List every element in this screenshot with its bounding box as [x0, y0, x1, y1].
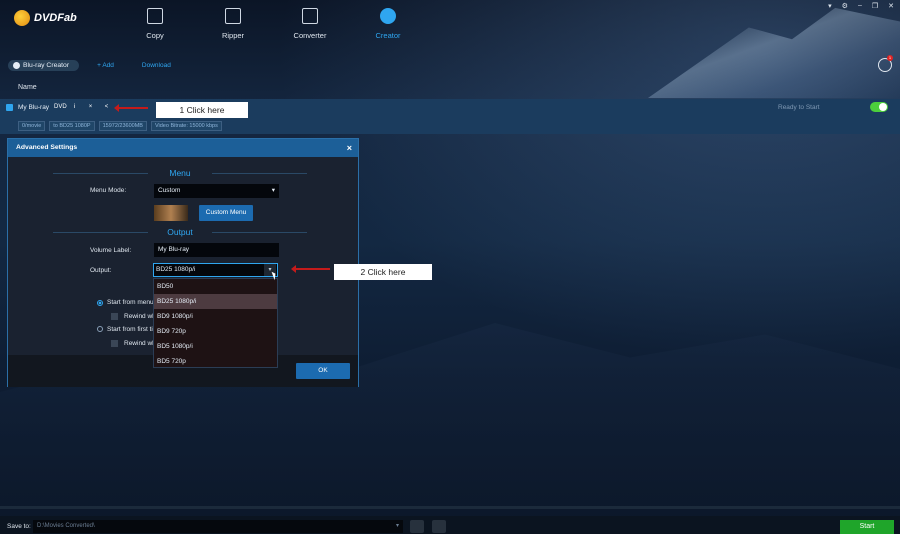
- converter-icon: [302, 8, 318, 24]
- nav-converter[interactable]: Converter: [280, 8, 340, 40]
- creator-icon: [380, 8, 396, 24]
- info-icon[interactable]: i: [70, 103, 79, 112]
- iso-icon[interactable]: [432, 520, 446, 533]
- nav-creator[interactable]: Creator: [358, 8, 418, 40]
- task-status: Ready to Start: [778, 104, 820, 111]
- output-section-title: Output: [8, 227, 352, 237]
- mode-selector[interactable]: Blu-ray Creator: [8, 60, 80, 71]
- tag-movie: 0/movie: [18, 121, 46, 131]
- dvdfab-logo-icon: [14, 10, 30, 26]
- start-button[interactable]: Start: [840, 520, 894, 534]
- output-option[interactable]: BD5 1080p/i: [154, 339, 277, 354]
- settings-icon[interactable]: ⚙: [842, 2, 848, 10]
- output-option[interactable]: BD50: [154, 279, 277, 294]
- restore-icon[interactable]: ❐: [872, 2, 878, 10]
- close-icon[interactable]: ×: [86, 103, 95, 112]
- output-dropdown-list: BD50 BD25 1080p/i BD9 1080p/i BD9 720p B…: [153, 278, 278, 368]
- nav-creator-label: Creator: [375, 31, 401, 40]
- rewind-checkbox-1[interactable]: [111, 313, 118, 320]
- toolbar: Blu-ray Creator + Add Download: [8, 60, 171, 71]
- output-label: Output:: [90, 267, 112, 274]
- chevron-down-icon: ▾: [395, 523, 399, 529]
- logo-text: DVDFab: [34, 12, 77, 24]
- task-checkbox[interactable]: [6, 104, 13, 111]
- dvd-icon[interactable]: DVD: [54, 103, 67, 112]
- task-name: My Blu-ray: [18, 104, 50, 111]
- dropdown-icon[interactable]: ▾: [828, 2, 832, 10]
- folder-icon[interactable]: [410, 520, 424, 533]
- column-header-name: Name: [18, 84, 37, 91]
- tag-size: 15972/23600MB: [98, 121, 147, 131]
- progress-track: [0, 506, 900, 509]
- save-path-input[interactable]: D:\Movies Converted\ ▾: [33, 520, 403, 533]
- share-icon[interactable]: <: [102, 103, 111, 112]
- output-select[interactable]: BD25 1080p/i: [153, 263, 278, 277]
- nav-copy-label: Copy: [146, 31, 164, 40]
- start-from-menu-label: Start from menu: [107, 299, 154, 306]
- dialog-close-icon[interactable]: ×: [347, 139, 352, 157]
- dialog-title: Advanced Settings: [16, 144, 78, 151]
- ok-button[interactable]: OK: [296, 363, 350, 379]
- callout-1: 1 Click here: [156, 102, 248, 118]
- download-button[interactable]: Download: [142, 62, 171, 69]
- menu-thumbnail: [154, 205, 188, 221]
- tag-output: to BD25 1080P: [49, 121, 95, 131]
- start-from-menu-radio[interactable]: [97, 300, 103, 306]
- minimize-icon[interactable]: –: [858, 2, 862, 10]
- save-path-value: D:\Movies Converted\: [37, 523, 95, 529]
- annotation-arrow-1: [114, 104, 148, 112]
- close-icon[interactable]: ✕: [888, 2, 894, 10]
- save-to-label: Save to:: [7, 523, 31, 530]
- menu-mode-label: Menu Mode:: [90, 187, 127, 194]
- start-from-first-label: Start from first tit: [107, 326, 155, 333]
- volume-label-label: Volume Label:: [90, 247, 132, 254]
- nav-ripper[interactable]: Ripper: [203, 8, 263, 40]
- nav-ripper-label: Ripper: [221, 31, 245, 40]
- window-controls: ▾ ⚙ – ❐ ✕: [828, 2, 894, 10]
- task-tags: 0/movie to BD25 1080P 15972/23600MB Vide…: [18, 121, 222, 131]
- output-option[interactable]: BD25 1080p/i: [154, 294, 277, 309]
- copy-icon: [147, 8, 163, 24]
- add-button[interactable]: + Add: [97, 62, 114, 69]
- rewind-label-2: Rewind wh: [124, 340, 156, 347]
- queue-badge: 1: [887, 55, 893, 61]
- mode-icon: [13, 62, 20, 69]
- ripper-icon: [225, 8, 241, 24]
- output-option[interactable]: BD9 1080p/i: [154, 309, 277, 324]
- output-option[interactable]: BD5 720p: [154, 354, 277, 369]
- task-toggle[interactable]: [870, 102, 888, 112]
- annotation-arrow-2: [291, 265, 330, 273]
- task-icons: DVD i × <: [54, 103, 111, 112]
- start-from-first-radio[interactable]: [97, 326, 103, 332]
- chevron-down-icon: ▾: [271, 187, 275, 194]
- tag-bitrate: Video Bitrate: 15000 kbps: [150, 121, 222, 131]
- mode-label: Blu-ray Creator: [23, 62, 70, 69]
- menu-mode-select[interactable]: Custom ▾: [154, 184, 279, 198]
- volume-label-input[interactable]: My Blu-ray: [154, 243, 279, 257]
- nav-converter-label: Converter: [293, 31, 327, 40]
- custom-menu-button[interactable]: Custom Menu: [199, 205, 253, 221]
- dialog-titlebar: Advanced Settings ×: [8, 139, 358, 157]
- logo: DVDFab: [14, 10, 77, 26]
- output-option[interactable]: BD9 720p: [154, 324, 277, 339]
- callout-2: 2 Click here: [334, 264, 432, 280]
- menu-mode-value: Custom: [158, 187, 181, 194]
- nav-copy[interactable]: Copy: [125, 8, 185, 40]
- rewind-label-1: Rewind wh: [124, 313, 156, 320]
- rewind-checkbox-2[interactable]: [111, 340, 118, 347]
- menu-section-title: Menu: [8, 168, 352, 178]
